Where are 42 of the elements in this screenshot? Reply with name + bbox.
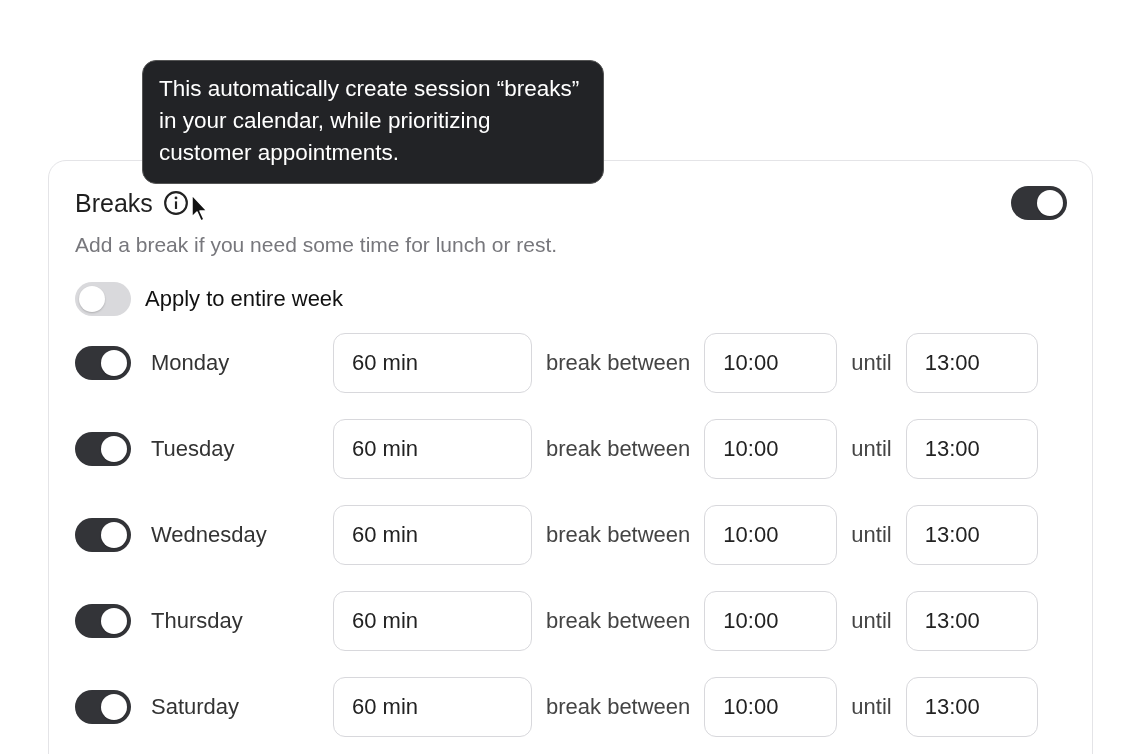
input-field[interactable]: 13:00 xyxy=(905,333,1038,393)
info-icon[interactable] xyxy=(162,190,189,216)
input-field[interactable]: 10:00 xyxy=(704,677,838,737)
field-label: break between xyxy=(546,608,691,634)
field-label: break between xyxy=(546,436,691,462)
field-label: break between xyxy=(546,522,691,548)
input-field[interactable]: 60 min xyxy=(333,419,532,479)
input-field[interactable]: 13:00 xyxy=(905,505,1038,565)
input-field[interactable]: 10:00 xyxy=(704,419,838,479)
field-label: until xyxy=(851,350,892,376)
day-label: Thursday xyxy=(151,608,244,634)
field-label: until xyxy=(851,436,892,462)
input-field[interactable]: 60 min xyxy=(333,505,532,565)
toggle-switch[interactable] xyxy=(75,690,131,724)
input-field[interactable]: 13:00 xyxy=(905,419,1038,479)
toggle-label: Apply to entire week xyxy=(145,286,344,312)
field-label: until xyxy=(851,694,892,720)
input-field[interactable]: 10:00 xyxy=(704,505,838,565)
field-label: until xyxy=(851,608,892,634)
description-text: Add a break if you need some time for lunch or rest. xyxy=(75,232,559,258)
input-field[interactable]: 10:00 xyxy=(704,333,838,393)
section-title: Breaks xyxy=(75,188,153,218)
input-field[interactable]: 13:00 xyxy=(905,677,1038,737)
input-field[interactable]: 60 min xyxy=(333,333,532,393)
day-label: Wednesday xyxy=(151,522,268,548)
toggle-switch[interactable] xyxy=(1011,186,1067,220)
input-field[interactable]: 10:00 xyxy=(704,591,838,651)
day-label: Monday xyxy=(151,350,231,376)
input-field[interactable]: 60 min xyxy=(333,677,532,737)
field-label: until xyxy=(851,522,892,548)
toggle-switch[interactable] xyxy=(75,604,131,638)
day-label: Tuesday xyxy=(151,436,236,462)
toggle-switch[interactable] xyxy=(75,432,131,466)
toggle-switch[interactable] xyxy=(75,282,131,316)
tooltip: This automatically create session “breaks” in your calendar, while prioritizing customer appointments. xyxy=(142,60,604,184)
field-label: break between xyxy=(546,350,691,376)
field-label: break between xyxy=(546,694,691,720)
day-label: Saturday xyxy=(151,694,241,720)
input-field[interactable]: 60 min xyxy=(333,591,532,651)
toggle-switch[interactable] xyxy=(75,518,131,552)
input-field[interactable]: 13:00 xyxy=(905,591,1038,651)
toggle-switch[interactable] xyxy=(75,346,131,380)
